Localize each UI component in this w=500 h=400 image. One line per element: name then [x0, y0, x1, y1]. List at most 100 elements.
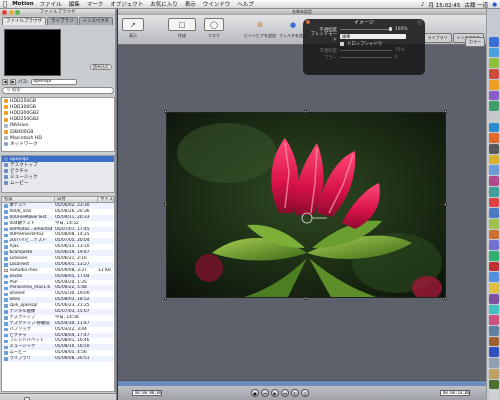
dock-app-icon[interactable] [488, 283, 499, 293]
dock-app-icon[interactable] [488, 165, 499, 176]
column-date[interactable]: 日付 [55, 197, 99, 202]
info-icon[interactable]: ⓘ [418, 20, 423, 26]
zoom-select[interactable]: カラー [465, 37, 485, 47]
tab-inspector[interactable]: インスペクタ [78, 17, 113, 25]
hud-close-icon[interactable] [306, 20, 310, 24]
blend-mode-select[interactable]: 標準 [340, 34, 406, 39]
record-icon[interactable]: ● [251, 389, 259, 397]
resize-handle[interactable] [304, 110, 307, 113]
tab-file-browser[interactable]: ファイルブラウザ [2, 17, 46, 25]
dock-app-icon[interactable] [488, 325, 499, 336]
blur-slider[interactable] [340, 56, 392, 59]
menu-window[interactable]: ウインドウ [203, 0, 231, 8]
menu-view[interactable]: 表示 [185, 0, 196, 8]
dock-app-icon[interactable] [488, 261, 499, 272]
dock-app-icon[interactable] [488, 229, 499, 240]
menu-help[interactable]: ヘルプ [237, 0, 254, 8]
resize-handle[interactable] [164, 110, 167, 113]
menu-favorites[interactable]: お気に入り [150, 0, 178, 8]
dock-app-icon[interactable] [488, 37, 499, 47]
resize-handle[interactable] [164, 297, 167, 300]
dock-app-icon[interactable] [488, 315, 499, 325]
volume-icon[interactable]: ♪ [421, 2, 425, 8]
flower-image[interactable] [166, 112, 446, 298]
dock-app-icon[interactable] [488, 272, 499, 283]
dock-app-icon[interactable] [488, 47, 499, 58]
dock-app-icon[interactable] [488, 79, 499, 90]
dock-app-icon[interactable] [488, 390, 499, 400]
dock-app-icon[interactable] [488, 251, 499, 261]
dock-app-icon[interactable] [488, 208, 499, 218]
mask-tools[interactable]: ◯ マスク [204, 18, 224, 39]
play-icon[interactable]: ▶ [271, 389, 279, 397]
zoom-icon[interactable] [15, 10, 20, 15]
dock-app-icon[interactable] [488, 58, 499, 69]
canvas-stage[interactable]: カラー [118, 37, 487, 380]
timeline-scrubber[interactable] [118, 381, 487, 386]
library-button[interactable]: ライブラリ [423, 33, 452, 43]
path-select[interactable]: openspr [30, 78, 77, 85]
dock-app-icon[interactable] [488, 240, 499, 251]
opacity-value[interactable]: 100% [395, 27, 409, 32]
dock-app-icon[interactable] [488, 379, 499, 390]
resize-handle[interactable] [164, 203, 167, 206]
user-name[interactable]: 古舘 一道 [464, 1, 488, 9]
dock-app-icon[interactable] [488, 176, 499, 186]
file-row[interactable]: ライブラリ 05/08/08, 20:51 [2, 356, 114, 363]
dock-app-icon[interactable] [488, 304, 499, 315]
column-name[interactable]: 名前 [2, 197, 56, 202]
dock-app-icon[interactable] [488, 69, 499, 79]
go-to-start-icon[interactable]: ⏮ [261, 389, 269, 397]
opacity-slider[interactable] [340, 27, 392, 32]
timecode-end[interactable]: 00:00:10;00 [440, 390, 470, 396]
menu-mark[interactable]: マーク [87, 0, 104, 8]
timecode-start[interactable]: 00:00:00;00 [132, 390, 162, 396]
blur-value[interactable]: 0 [395, 55, 409, 60]
dock-app-icon[interactable] [488, 197, 499, 208]
back-icon[interactable]: ◀ [2, 78, 8, 85]
dock-app-icon[interactable] [488, 358, 499, 368]
dock-app-icon[interactable] [488, 101, 499, 111]
dock-app-icon[interactable] [488, 111, 499, 122]
go-to-end-icon[interactable]: ⏭ [281, 389, 289, 397]
mute-icon[interactable]: ♫ [301, 389, 309, 397]
clock[interactable]: 月 15:02:45 [428, 1, 460, 9]
dock-app-icon[interactable] [488, 133, 499, 144]
view-tools[interactable]: ➚ 表示 [122, 18, 144, 39]
add-behavior-button[interactable]: ⚙ ビヘイビアを追加 [244, 18, 276, 39]
forward-icon[interactable]: ▶ [10, 78, 16, 85]
shadow-opacity-slider[interactable] [340, 49, 392, 52]
menu-edit[interactable]: 編集 [69, 0, 80, 8]
shadow-opacity-value[interactable]: 75% [395, 48, 409, 53]
minimize-icon[interactable] [8, 10, 14, 15]
menu-object[interactable]: オブジェクト [110, 0, 143, 8]
tab-library[interactable]: ライブラリ [47, 17, 78, 25]
places-item[interactable]: ムービー [2, 180, 114, 186]
resize-handle[interactable] [304, 297, 307, 300]
dock-app-icon[interactable] [488, 368, 499, 379]
close-icon[interactable] [2, 10, 7, 15]
dock-app-icon[interactable] [488, 293, 499, 304]
dock-app-icon[interactable] [488, 218, 499, 229]
loop-icon[interactable]: ↻ [291, 389, 299, 397]
dock-app-icon[interactable] [488, 90, 499, 101]
dock-app-icon[interactable] [488, 347, 499, 358]
apple-logo-icon[interactable]:  [3, 0, 7, 8]
resize-handle[interactable] [444, 110, 447, 113]
slider-knob[interactable] [389, 27, 392, 32]
resize-handle[interactable] [444, 203, 447, 206]
create-tools[interactable]: □ 作成 [168, 18, 196, 39]
column-size[interactable]: サイズ [98, 197, 114, 202]
dock-app-icon[interactable] [488, 186, 499, 197]
import-button[interactable]: 読み込む [90, 64, 112, 70]
spotlight-icon[interactable]: ● [492, 2, 497, 8]
resize-handle[interactable] [444, 297, 447, 300]
dock-app-icon[interactable] [488, 336, 499, 347]
app-menu[interactable]: Motion [12, 1, 33, 7]
device-item[interactable]: ネットワーク [2, 141, 114, 147]
menu-file[interactable]: ファイル [40, 0, 62, 8]
dock-app-icon[interactable] [488, 122, 499, 133]
search-input[interactable]: ⚲ 検索 [2, 87, 114, 94]
dock-app-icon[interactable] [488, 144, 499, 154]
drop-shadow-checkbox[interactable] [340, 41, 344, 46]
